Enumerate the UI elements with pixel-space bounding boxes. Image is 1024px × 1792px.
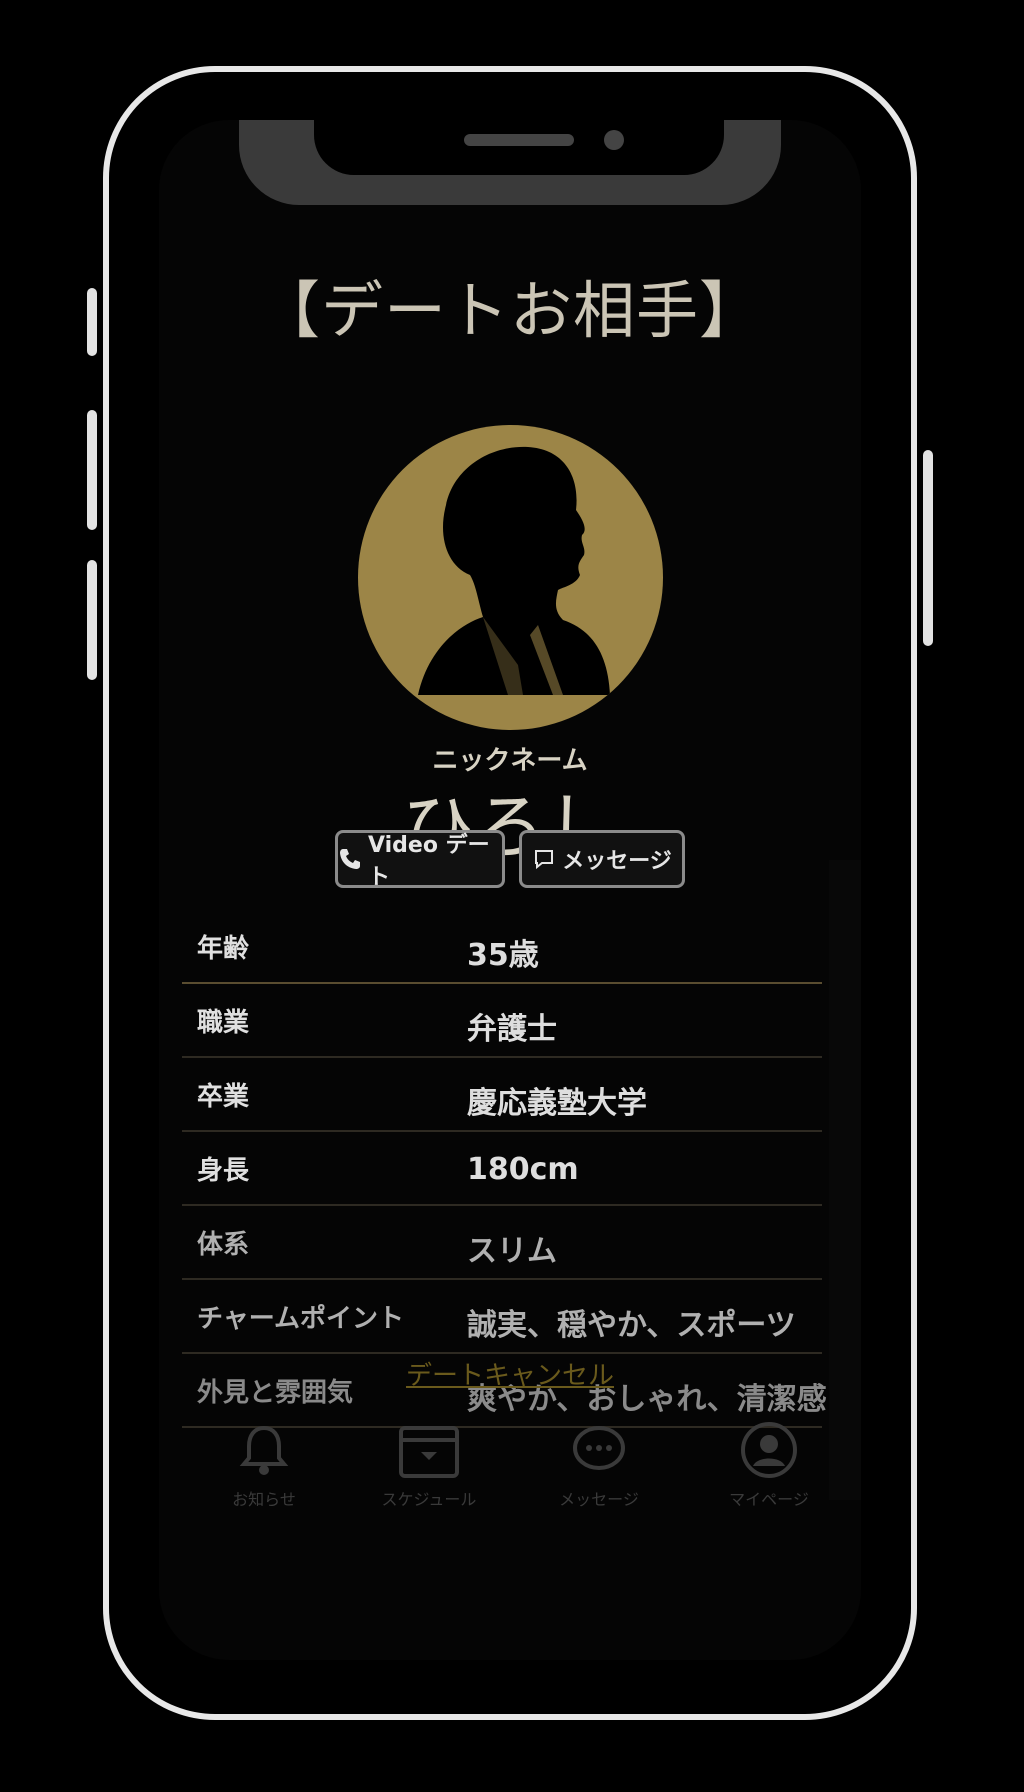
row-value: 35歳	[467, 938, 539, 973]
nav-label: お知らせ	[232, 1490, 296, 1509]
message-button[interactable]: メッセージ	[519, 830, 685, 888]
power-button	[923, 450, 933, 646]
notch	[314, 120, 724, 175]
profile-row-build: 体系 スリム	[182, 1206, 822, 1280]
speaker-grille	[464, 134, 574, 146]
profile-row-occupation: 職業 弁護士	[182, 984, 822, 1058]
nav-item-messages[interactable]: メッセージ	[539, 1420, 659, 1510]
row-key: 卒業	[197, 1082, 250, 1112]
video-date-label: Video デート	[368, 833, 490, 890]
volume-down-button	[87, 560, 97, 680]
user-icon	[741, 1422, 797, 1478]
avatar	[358, 425, 663, 730]
volume-up-button	[87, 410, 97, 530]
row-key: 体系	[197, 1230, 250, 1260]
chat-bubble-icon	[532, 847, 556, 871]
profile-table: 年齢 35歳 職業 弁護士 卒業 慶応義塾大学 身長 180cm 体系 スリム …	[182, 910, 827, 1428]
message-label: メッセージ	[562, 849, 672, 874]
front-camera	[604, 130, 624, 150]
scrollbar-track[interactable]	[829, 860, 861, 1500]
row-key: 年齢	[197, 934, 250, 964]
nav-item-mypage[interactable]: マイページ	[709, 1420, 829, 1510]
nav-item-notifications[interactable]: お知らせ	[204, 1420, 324, 1510]
date-cancel-link[interactable]: デートキャンセル	[159, 1355, 861, 1392]
row-value: 誠実、穏やか、スポーツ	[467, 1308, 796, 1343]
screen: 【デートお相手】 ニックネーム ひろし Video デート メッセージ 年齢 3…	[159, 120, 861, 1660]
phone-frame: 【デートお相手】 ニックネーム ひろし Video デート メッセージ 年齢 3…	[87, 66, 933, 1720]
profile-row-height: 身長 180cm	[182, 1132, 822, 1206]
profile-row-charm-point: チャームポイント 誠実、穏やか、スポーツ	[182, 1280, 822, 1354]
nickname: ひろし	[401, 785, 618, 869]
row-value: 弁護士	[467, 1012, 557, 1047]
profile-row-education: 卒業 慶応義塾大学	[182, 1058, 822, 1132]
row-value: スリム	[467, 1234, 557, 1269]
nav-label: メッセージ	[559, 1490, 639, 1509]
man-silhouette-icon	[418, 446, 610, 695]
page-title: 【デートお相手】	[257, 274, 762, 347]
phone-icon	[338, 847, 362, 871]
row-key: 職業	[197, 1008, 250, 1038]
bottom-nav: お知らせ スケジュール メッセージ マイページ	[159, 1420, 861, 1540]
row-value: 180cm	[467, 1152, 579, 1187]
row-key: チャームポイント	[197, 1304, 404, 1334]
video-date-button[interactable]: Video デート	[335, 830, 505, 890]
nav-label: スケジュール	[381, 1490, 477, 1509]
chat-icon	[573, 1426, 625, 1470]
calendar-icon	[399, 1426, 459, 1478]
row-key: 身長	[197, 1156, 250, 1186]
row-value: 慶応義塾大学	[467, 1086, 647, 1121]
mute-switch	[87, 288, 97, 356]
profile-row-age: 年齢 35歳	[182, 910, 822, 984]
nav-label: マイページ	[729, 1490, 809, 1509]
bell-icon	[239, 1425, 289, 1475]
nav-item-schedule[interactable]: スケジュール	[369, 1420, 489, 1510]
